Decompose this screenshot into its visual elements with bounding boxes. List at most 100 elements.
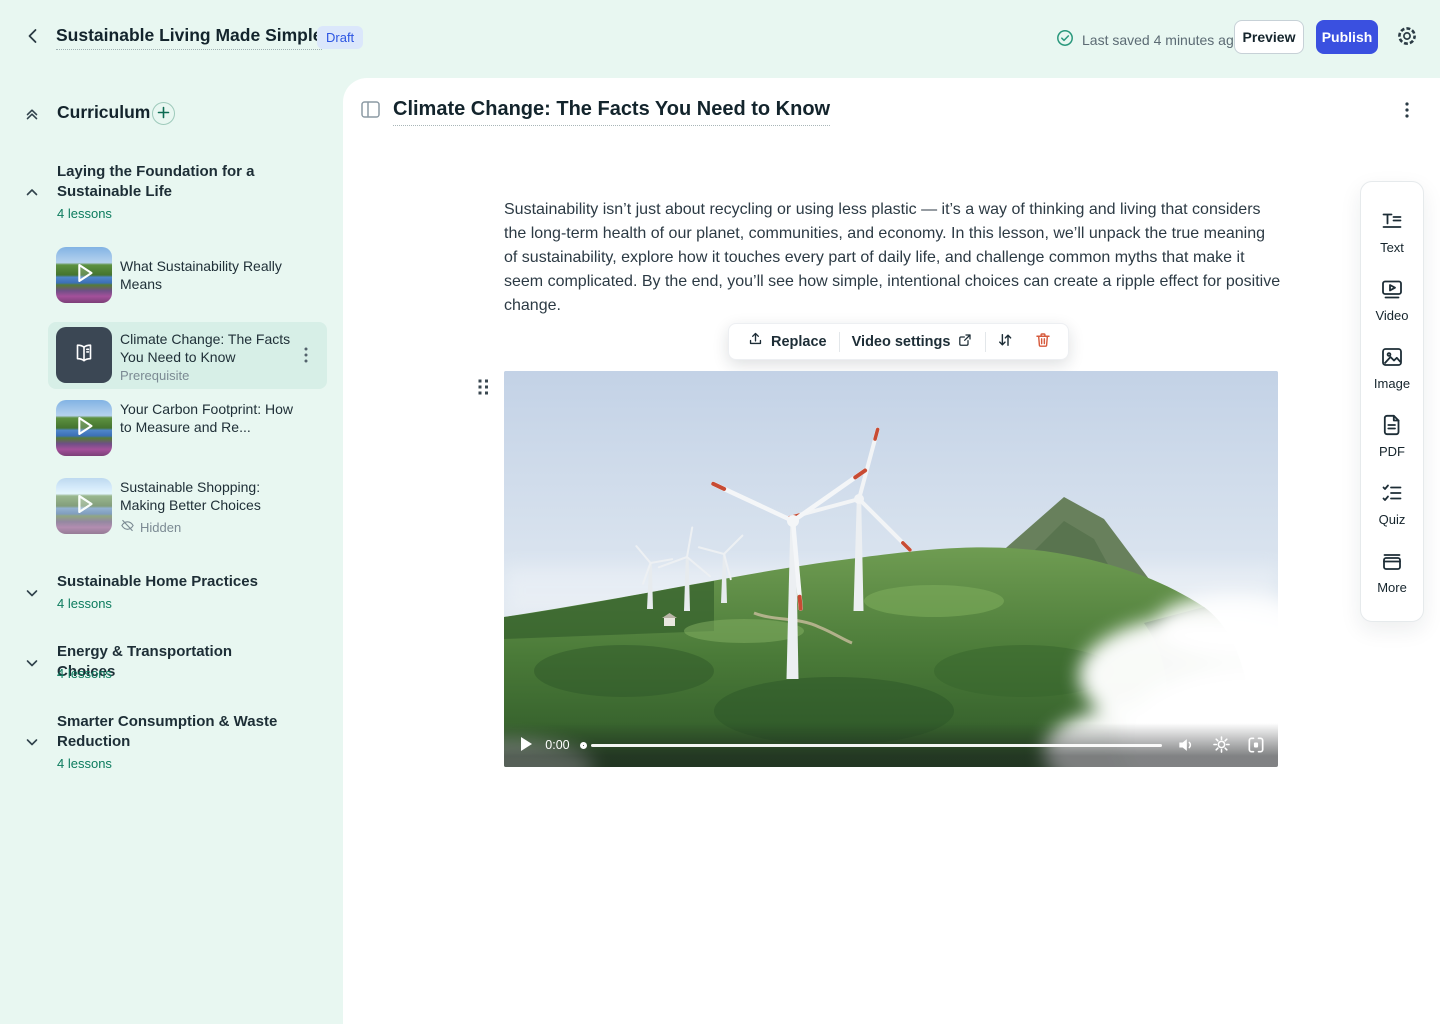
play-icon [519, 740, 533, 755]
collapse-all-button[interactable] [23, 105, 41, 123]
section-4-lesson-count: 4 lessons [57, 756, 112, 771]
section-4-title[interactable]: Smarter Consumption & Waste Reduction [57, 712, 287, 752]
add-section-button[interactable] [152, 102, 175, 125]
block-drag-handle[interactable] [476, 378, 490, 396]
lesson-video-thumbnail [56, 247, 112, 303]
plus-icon [157, 106, 170, 122]
lesson-editor-panel: Climate Change: The Facts You Need to Kn… [343, 78, 1440, 1024]
trash-icon [1034, 331, 1052, 352]
palette-label: Text [1380, 240, 1404, 255]
lesson-hidden-status: Hidden [120, 518, 181, 536]
video-player[interactable]: 0:00 [504, 371, 1278, 767]
section-2-lesson-count: 4 lessons [57, 596, 112, 611]
gear-icon [1395, 36, 1419, 51]
section-4-expand-button[interactable] [23, 733, 41, 751]
content-block-palette: Text Video Image PDF [1360, 181, 1424, 622]
lesson-options-button[interactable] [1396, 99, 1418, 123]
volume-icon [1176, 743, 1196, 758]
course-builder-app: Sustainable Living Made Simple Draft Las… [0, 0, 1440, 1024]
palette-label: Quiz [1379, 512, 1406, 527]
lesson-item-selected[interactable]: Climate Change: The Facts You Need to Kn… [48, 332, 327, 389]
curriculum-header: Curriculum [0, 100, 343, 128]
lesson-intro-paragraph[interactable]: Sustainability isn’t just about recyclin… [504, 198, 1282, 318]
panel-layout-icon [361, 106, 380, 121]
lesson-title: Climate Change: The Facts You Need to Kn… [120, 330, 302, 366]
lesson-title: What Sustainability Really Means [120, 257, 302, 293]
play-icon [69, 489, 99, 524]
palette-label: Image [1374, 376, 1410, 391]
current-time: 0:00 [545, 738, 569, 752]
reorder-block-button[interactable] [986, 325, 1024, 358]
player-gear-icon [1212, 742, 1231, 757]
more-blocks-button[interactable]: More [1360, 539, 1424, 607]
chevron-up-icon [23, 189, 41, 204]
kebab-icon [1399, 107, 1415, 122]
add-quiz-block-button[interactable]: Quiz [1360, 471, 1424, 539]
video-block-toolbar: Replace Video settings [728, 323, 1069, 360]
curriculum-sidebar: Curriculum Laying the Foundation for a S… [0, 78, 343, 1024]
lesson-item[interactable]: Your Carbon Footprint: How to Measure an… [48, 400, 327, 458]
chevron-down-icon [23, 739, 41, 754]
section-3-expand-button[interactable] [23, 654, 41, 672]
video-settings-label: Video settings [852, 334, 951, 350]
text-block-icon [1380, 209, 1404, 236]
kebab-icon [298, 352, 314, 367]
lesson-page-title[interactable]: Climate Change: The Facts You Need to Kn… [393, 98, 830, 126]
section-2-title[interactable]: Sustainable Home Practices [57, 572, 287, 592]
play-icon [69, 258, 99, 293]
curriculum-title: Curriculum [57, 102, 150, 123]
lesson-item[interactable]: What Sustainability Really Means [48, 247, 327, 303]
lesson-video-thumbnail [56, 400, 112, 456]
reorder-icon [996, 331, 1014, 352]
video-controls-bar: 0:00 [504, 723, 1278, 767]
double-chevron-up-icon [23, 111, 41, 126]
upload-icon [747, 331, 764, 352]
section-1-title[interactable]: Laying the Foundation for a Sustainable … [57, 162, 287, 202]
add-image-block-button[interactable]: Image [1360, 335, 1424, 403]
fullscreen-icon [1246, 743, 1266, 758]
drag-dots-icon [477, 384, 490, 399]
chevron-down-icon [23, 660, 41, 675]
add-pdf-block-button[interactable]: PDF [1360, 403, 1424, 471]
pdf-block-icon [1380, 413, 1404, 440]
lesson-menu-button[interactable] [296, 344, 316, 368]
last-saved-text: Last saved 4 minutes ago [1082, 32, 1242, 48]
settings-button[interactable] [1394, 24, 1420, 50]
more-block-icon [1380, 549, 1404, 576]
replace-label: Replace [771, 334, 827, 350]
panel-toggle-button[interactable] [359, 101, 381, 121]
delete-block-button[interactable] [1024, 325, 1062, 358]
save-status: Last saved 4 minutes ago [1056, 29, 1242, 50]
add-text-block-button[interactable]: Text [1360, 199, 1424, 267]
fullscreen-button[interactable] [1246, 735, 1266, 755]
section-2-expand-button[interactable] [23, 584, 41, 602]
play-icon [69, 411, 99, 446]
course-title[interactable]: Sustainable Living Made Simple [56, 25, 322, 50]
section-1-collapse-button[interactable] [23, 183, 41, 201]
lesson-video-thumbnail [56, 478, 112, 534]
eye-off-icon [120, 518, 135, 536]
replace-video-button[interactable]: Replace [735, 325, 839, 358]
progress-track[interactable] [591, 744, 1162, 747]
palette-label: Video [1375, 308, 1408, 323]
back-button[interactable] [22, 26, 44, 48]
scrubber-handle[interactable] [580, 742, 587, 749]
volume-button[interactable] [1176, 735, 1196, 755]
lesson-badge: Prerequisite [120, 368, 189, 383]
video-block-icon [1380, 277, 1404, 304]
add-video-block-button[interactable]: Video [1360, 267, 1424, 335]
lesson-item-hidden[interactable]: Sustainable Shopping: Making Better Choi… [48, 478, 327, 536]
lesson-title: Sustainable Shopping: Making Better Choi… [120, 478, 302, 514]
publish-button[interactable]: Publish [1316, 20, 1378, 54]
player-settings-button[interactable] [1211, 735, 1231, 755]
section-1-lesson-count: 4 lessons [57, 206, 112, 221]
play-button[interactable] [516, 735, 535, 755]
lesson-title: Your Carbon Footprint: How to Measure an… [120, 400, 302, 436]
image-block-icon [1380, 345, 1404, 372]
preview-button[interactable]: Preview [1234, 20, 1304, 54]
section-3-lesson-count: 4 lessons [57, 666, 112, 681]
video-settings-button[interactable]: Video settings [840, 326, 986, 358]
quiz-block-icon [1380, 481, 1404, 508]
chevron-down-icon [23, 590, 41, 605]
open-book-icon [71, 340, 97, 371]
